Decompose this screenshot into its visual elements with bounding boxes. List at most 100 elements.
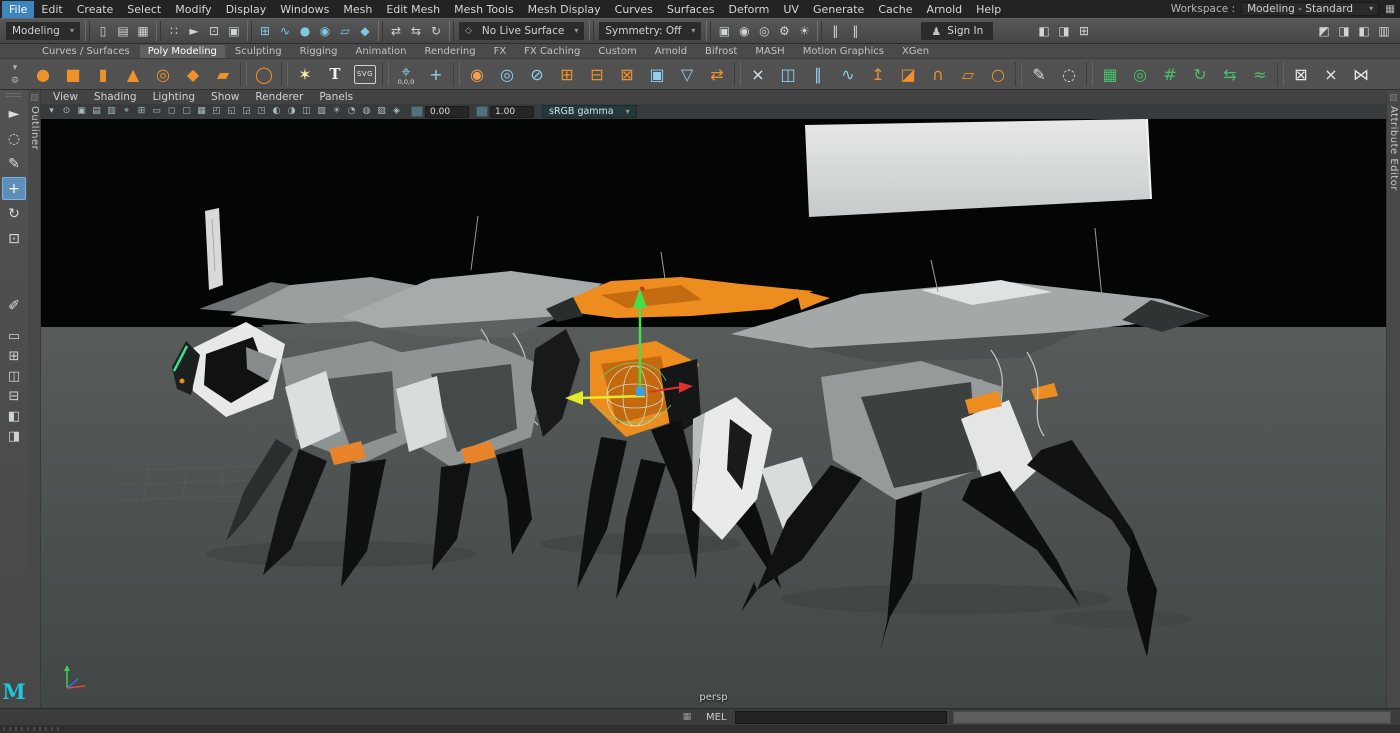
shelf-connect-tool[interactable]: # [1155, 60, 1185, 89]
shelf-controls[interactable]: ▾ ⚙ [2, 63, 28, 86]
panel-layout-quad[interactable]: ⊞ [1074, 21, 1094, 41]
layout-two-pane-side[interactable]: ◫ [2, 367, 26, 385]
wireframe-on-shaded[interactable]: ◫ [299, 105, 314, 118]
shelf-target-weld[interactable]: ◎ [1125, 60, 1155, 89]
menu-deform[interactable]: Deform [721, 1, 776, 18]
input-connections[interactable]: ⇄ [386, 21, 406, 41]
toolbox-grip[interactable] [6, 93, 22, 97]
panel-toggle-button[interactable] [31, 94, 38, 101]
menu-select[interactable]: Select [120, 1, 168, 18]
shelf-separate[interactable]: ⊟ [582, 60, 612, 89]
view-axis-gizmo[interactable] [57, 662, 93, 696]
safe-action[interactable]: ◰ [209, 105, 224, 118]
shelf-poly-torus[interactable]: ◎ [148, 60, 178, 89]
shelf-sculpt-brush[interactable]: ✎ [1024, 60, 1054, 89]
textured-mode[interactable]: ▨ [314, 105, 329, 118]
snap-to-curve[interactable]: ∿ [275, 21, 295, 41]
menu-arnold[interactable]: Arnold [920, 1, 970, 18]
command-result-field[interactable] [953, 711, 1391, 724]
xray-mode[interactable]: ◑ [284, 105, 299, 118]
snap-to-point[interactable]: ● [295, 21, 315, 41]
outliner-tab[interactable]: Outliner [29, 106, 40, 150]
layout-three-pane[interactable]: ◧ [2, 407, 26, 425]
shelf-tab-mash[interactable]: MASH [747, 45, 792, 58]
view-transform-select[interactable]: sRGB gamma ▾ [542, 105, 637, 118]
command-grip-icon[interactable]: ▦ [676, 712, 698, 722]
shelf-bevel[interactable]: ◪ [893, 60, 923, 89]
shelf-tab-poly-modeling[interactable]: Poly Modeling [140, 45, 225, 58]
shelf-tab-bifrost[interactable]: Bifrost [697, 45, 745, 58]
exposure-field[interactable]: 0.00 [411, 106, 469, 118]
film-gate[interactable]: ▭ [149, 105, 164, 118]
rotate-tool[interactable]: ↻ [2, 202, 26, 225]
camera-attributes[interactable]: ▣ [74, 105, 89, 118]
lasso-tool[interactable]: ◌ [2, 127, 26, 150]
shelf-slide-edge[interactable]: ⊠ [1286, 60, 1316, 89]
shelf-quad-draw[interactable]: ▦ [1095, 60, 1125, 89]
frame-all[interactable]: ◲ [239, 105, 254, 118]
shelf-extract[interactable]: ⊠ [612, 60, 642, 89]
shelf-combine[interactable]: ⊞ [552, 60, 582, 89]
symmetry-select[interactable]: Symmetry: Off ▾ [599, 22, 701, 40]
select-by-hierarchy[interactable]: ∷ [164, 21, 184, 41]
menu-display[interactable]: Display [219, 1, 274, 18]
shelf-circularize[interactable]: ○ [983, 60, 1013, 89]
move-tool[interactable]: + [2, 177, 26, 200]
view-axis[interactable]: ⌖ [119, 105, 134, 118]
layout-outliner-persp[interactable]: ◨ [2, 427, 26, 445]
shelf-svg-tool[interactable]: SVG [350, 60, 380, 89]
resolution-gate[interactable]: ◻ [164, 105, 179, 118]
menu-generate[interactable]: Generate [806, 1, 871, 18]
shelf-delete-edge[interactable]: × [1316, 60, 1346, 89]
shelf-tab-rigging[interactable]: Rigging [292, 45, 346, 58]
shelf-reduce[interactable]: ▽ [672, 60, 702, 89]
field-chart[interactable]: ▦ [194, 105, 209, 118]
shelf-fill-hole[interactable]: ▱ [953, 60, 983, 89]
use-all-lights[interactable]: ☀ [329, 105, 344, 118]
shelf-poly-cube[interactable]: ■ [58, 60, 88, 89]
select-tool[interactable]: ► [2, 102, 26, 125]
shadows-toggle[interactable]: ◔ [344, 105, 359, 118]
shelf-soft-select[interactable]: ◌ [1054, 60, 1084, 89]
shelf-boolean-difference[interactable]: ◎ [492, 60, 522, 89]
menu-surfaces[interactable]: Surfaces [660, 1, 722, 18]
shelf-tab-animation[interactable]: Animation [348, 45, 415, 58]
menu-edit-mesh[interactable]: Edit Mesh [379, 1, 447, 18]
exposure-value[interactable]: 0.00 [425, 106, 469, 118]
shelf-tab-sculpting[interactable]: Sculpting [227, 45, 290, 58]
shelf-extrude[interactable]: ↥ [863, 60, 893, 89]
shelf-tab-fx-caching[interactable]: FX Caching [516, 45, 588, 58]
channel-box-toggle[interactable]: ▥ [1374, 21, 1394, 41]
paint-select-tool[interactable]: ✎ [2, 152, 26, 175]
menu-modify[interactable]: Modify [168, 1, 218, 18]
shelf-boolean-intersection[interactable]: ⊘ [522, 60, 552, 89]
scale-tool[interactable]: ⊡ [2, 227, 26, 250]
shelf-merge-vertices[interactable]: ⋈ [1346, 60, 1376, 89]
menu-edit[interactable]: Edit [34, 1, 69, 18]
shelf-tab-rendering[interactable]: Rendering [416, 45, 483, 58]
bottom-grip[interactable] [3, 727, 63, 731]
shelf-spin-edge[interactable]: ↻ [1185, 60, 1215, 89]
snap-to-grid[interactable]: ⊞ [255, 21, 275, 41]
shelf-poly-cone[interactable]: ▲ [118, 60, 148, 89]
menu-file[interactable]: File [2, 1, 34, 18]
shelf-tab-xgen[interactable]: XGen [894, 45, 937, 58]
attribute-editor-toggle[interactable]: ◨ [1334, 21, 1354, 41]
layout-single-pane[interactable]: ▭ [2, 327, 26, 345]
pause-viewport-updates[interactable]: ‖ [825, 21, 845, 41]
menu-set-select[interactable]: Modeling ▾ [6, 22, 80, 40]
shelf-insert-edge-loop[interactable]: ◫ [773, 60, 803, 89]
shelf-gear-icon[interactable]: ⚙ [11, 76, 19, 86]
bookmarks[interactable]: ▤ [89, 105, 104, 118]
lock-camera[interactable]: ⊙ [59, 105, 74, 118]
motion-blur-toggle[interactable]: ▧ [374, 105, 389, 118]
snap-to-projected-center[interactable]: ◉ [315, 21, 335, 41]
live-surface-select[interactable]: ◇ No Live Surface ▾ [459, 22, 584, 40]
save-scene[interactable]: ▦ [133, 21, 153, 41]
shelf-menu-icon[interactable]: ▾ [13, 63, 18, 73]
shelf-tab-arnold[interactable]: Arnold [647, 45, 695, 58]
shelf-poly-plane[interactable]: ◆ [178, 60, 208, 89]
panel-toggle-button[interactable] [1390, 94, 1397, 101]
image-plane[interactable]: ▥ [104, 105, 119, 118]
construction-history[interactable]: ↻ [426, 21, 446, 41]
